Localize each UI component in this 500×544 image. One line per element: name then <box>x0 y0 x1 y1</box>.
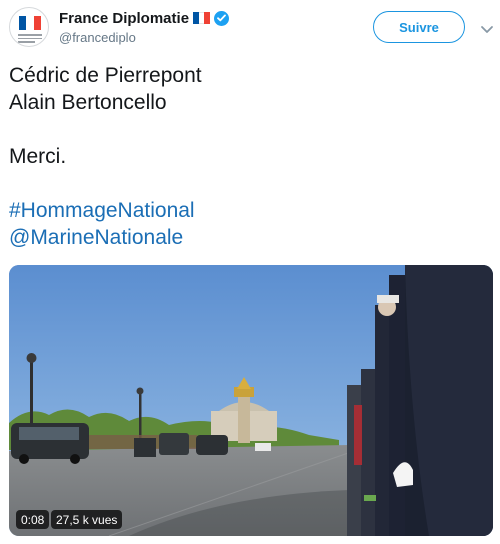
follow-button[interactable]: Suivre <box>373 11 465 43</box>
tweet-line: Cédric de Pierrepont <box>9 64 202 87</box>
video-player[interactable] <box>9 265 493 536</box>
hashtag-link[interactable]: #HommageNational <box>9 197 489 224</box>
display-name[interactable]: France Diplomatie <box>59 10 189 27</box>
logo-text-lines <box>18 34 42 45</box>
mention-link[interactable]: @MarineNationale <box>9 224 489 251</box>
account-name-row[interactable]: France Diplomatie <box>59 9 230 27</box>
france-flag-icon <box>193 12 211 24</box>
chevron-down-icon[interactable] <box>480 22 494 33</box>
republic-logo-icon <box>19 16 41 30</box>
video-views: 27,5 k vues <box>51 510 123 529</box>
tweet-text: Cédric de Pierrepont Alain Bertoncello M… <box>9 62 489 251</box>
video-frame <box>9 265 493 536</box>
tweet-line: Alain Bertoncello <box>9 91 167 114</box>
account-handle[interactable]: @francediplo <box>59 30 136 45</box>
video-duration: 0:08 <box>16 510 50 529</box>
avatar[interactable] <box>9 7 49 47</box>
tweet-line: Merci. <box>9 145 67 168</box>
verified-badge-icon <box>214 10 230 26</box>
